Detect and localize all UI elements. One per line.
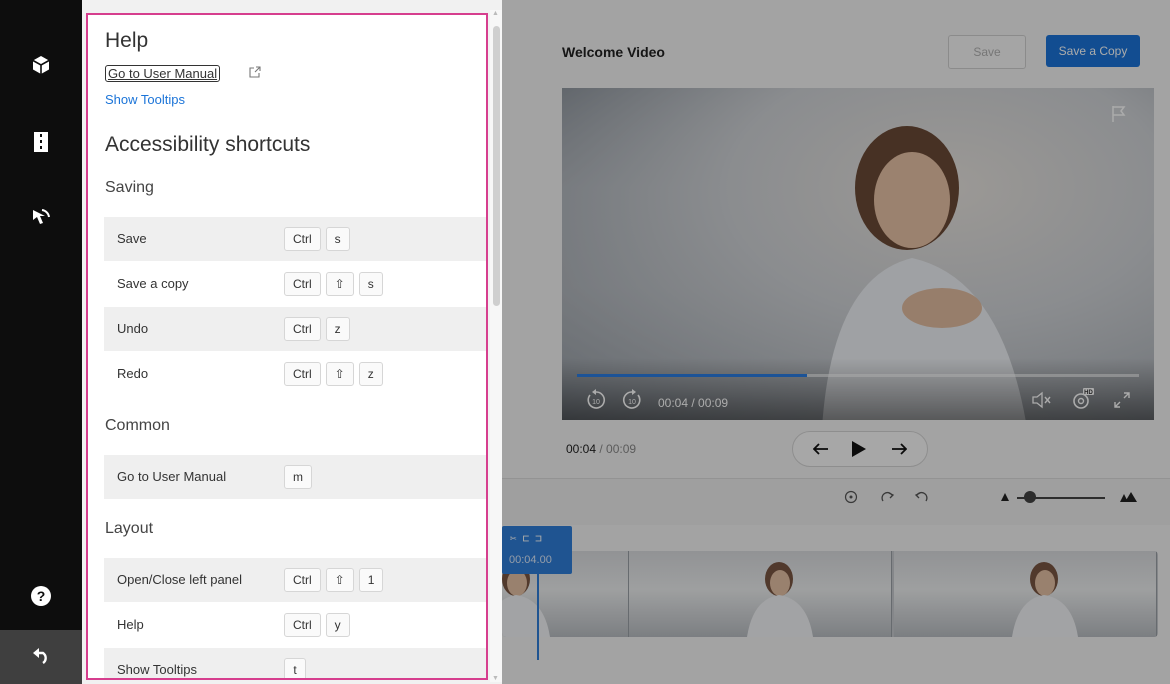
key-cap: Ctrl: [284, 227, 321, 251]
section-title-saving: Saving: [105, 179, 154, 196]
key-cap: z: [358, 362, 383, 386]
svg-text:?: ?: [37, 588, 46, 604]
key-cap: Ctrl: [284, 568, 321, 592]
undo-button[interactable]: [0, 630, 82, 684]
shortcut-label: Save a copy: [117, 276, 189, 291]
cursor-icon[interactable]: [21, 198, 61, 238]
shortcut-label: Help: [117, 617, 144, 632]
shortcut-row: Save Ctrl s: [104, 217, 486, 261]
shortcut-label: Save: [117, 231, 147, 246]
key-cap: Ctrl: [284, 362, 321, 386]
key-cap: ⇧: [325, 272, 354, 296]
shortcut-label: Redo: [117, 366, 149, 381]
shortcut-label: Go to User Manual: [117, 469, 227, 484]
key-cap: Ctrl: [284, 613, 321, 637]
key-cap: 1: [358, 568, 384, 592]
shortcut-row: Open/Close left panel Ctrl ⇧ 1: [104, 558, 486, 602]
scroll-thumb[interactable]: [493, 26, 500, 306]
show-tooltips-link[interactable]: Show Tooltips: [105, 92, 185, 107]
shortcut-row: Help Ctrl y: [104, 603, 486, 647]
shortcut-label: Show Tooltips: [117, 662, 197, 677]
key-cap: t: [284, 658, 306, 678]
go-to-user-manual-link[interactable]: Go to User Manual: [105, 65, 221, 82]
key-cap: Ctrl: [284, 272, 321, 296]
external-link-icon: [248, 65, 262, 79]
key-cap: s: [358, 272, 383, 296]
help-icon[interactable]: ?: [21, 576, 61, 616]
help-panel: Help Go to User Manual Show Tooltips Acc…: [86, 13, 488, 680]
section-title-layout: Layout: [105, 520, 154, 537]
shortcut-label: Undo: [117, 321, 149, 336]
key-cap: z: [325, 317, 350, 341]
cube-icon[interactable]: [21, 45, 61, 85]
shortcut-row: Redo Ctrl ⇧ z: [104, 352, 486, 396]
undo-icon: [31, 646, 51, 669]
key-cap: ⇧: [325, 568, 354, 592]
modal-overlay[interactable]: [502, 0, 1170, 684]
scroll-up-icon[interactable]: ▲: [492, 10, 499, 17]
key-cap: Ctrl: [284, 317, 321, 341]
help-panel-scrollbar[interactable]: ▲ ▼: [490, 10, 502, 682]
shortcuts-title: Accessibility shortcuts: [105, 133, 311, 156]
section-title-common: Common: [105, 417, 170, 434]
shortcut-label: Open/Close left panel: [117, 572, 243, 587]
shortcut-row: Save a copy Ctrl ⇧ s: [104, 262, 486, 306]
left-rail: ?: [0, 0, 82, 684]
shortcut-row: Undo Ctrl z: [104, 307, 486, 351]
key-cap: ⇧: [325, 362, 354, 386]
film-icon[interactable]: [21, 122, 61, 162]
scroll-down-icon[interactable]: ▼: [492, 675, 499, 682]
key-cap: s: [325, 227, 350, 251]
shortcut-row: Show Tooltips t: [104, 648, 486, 678]
help-title: Help: [105, 29, 149, 52]
key-cap: m: [284, 465, 312, 489]
key-cap: y: [325, 613, 350, 637]
shortcut-row: Go to User Manual m: [104, 455, 486, 499]
